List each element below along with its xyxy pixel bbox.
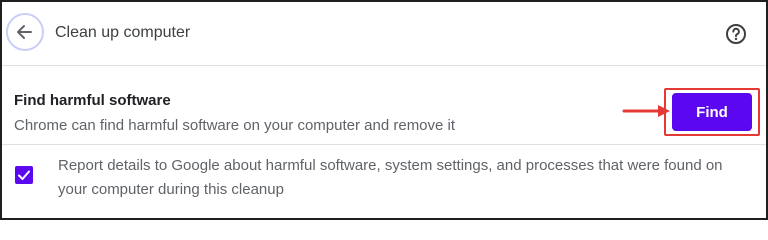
help-circle-icon <box>726 24 746 44</box>
section-title: Find harmful software <box>14 92 171 109</box>
checkmark-icon <box>18 170 30 180</box>
find-button[interactable]: Find <box>672 93 752 131</box>
report-label: Report details to Google about harmful s… <box>58 157 723 198</box>
page-title: Clean up computer <box>55 24 191 41</box>
report-checkbox[interactable] <box>15 166 33 184</box>
divider <box>2 144 766 145</box>
page-header: Clean up computer <box>2 2 766 66</box>
back-button[interactable] <box>6 13 44 51</box>
cleanup-page: Clean up computer Find harmful software … <box>0 0 768 220</box>
arrow-left-icon <box>17 25 32 39</box>
section-description: Chrome can find harmful software on your… <box>14 117 456 134</box>
help-button[interactable] <box>724 22 748 46</box>
